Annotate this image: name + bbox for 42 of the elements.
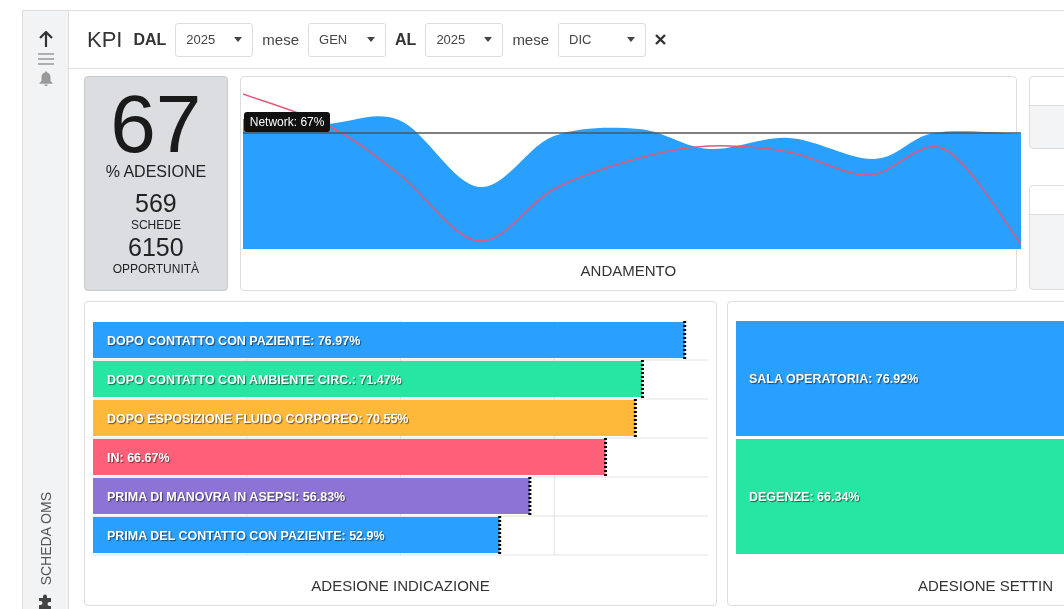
chart-title: ADESIONE SETTIN	[918, 577, 1054, 594]
caret-icon	[234, 37, 243, 42]
bar: DEGENZE: 66.34%	[736, 439, 1064, 554]
bar-label: DOPO ESPOSIZIONE FLUIDO CORPOREO: 70.55%	[107, 411, 409, 426]
chart-title: ADESIONE INDICAZIONE	[311, 577, 490, 594]
month-select[interactable]: DIC	[558, 22, 647, 57]
target-marker	[633, 399, 637, 437]
chart-tooltip: Network: 67%	[243, 112, 331, 132]
opportunities-label: OPPORTUNITÀ	[112, 261, 200, 277]
bar-label: DOPO CONTATTO CON PAZIENTE: 76.97%	[107, 333, 361, 348]
target-marker	[683, 321, 687, 359]
caret-icon	[627, 37, 636, 42]
chart-title: ANDAMENTO	[580, 262, 677, 279]
target-marker	[528, 477, 532, 515]
bar-label: IN: 66.67%	[107, 450, 170, 465]
sidebar-label[interactable]: SCHEDA OMS	[37, 491, 54, 585]
opportunities-count: 6150	[128, 233, 184, 261]
caret-icon	[367, 37, 376, 42]
year-select[interactable]: 2025	[425, 22, 504, 57]
close-icon[interactable]	[655, 34, 667, 45]
caret-icon	[484, 37, 493, 42]
bar-label: PRIMA DEL CONTATTO CON PAZIENTE: 52.9%	[107, 528, 385, 543]
bar-label: PRIMA DI MANOVRA IN ASEPSI: 56.83%	[107, 489, 346, 504]
target-marker	[604, 438, 608, 476]
month-select[interactable]: GEN	[308, 22, 387, 57]
bell-icon[interactable]	[38, 71, 53, 86]
page-title: KPI	[87, 26, 123, 53]
target-marker	[640, 360, 644, 398]
to-label: AL	[395, 30, 417, 49]
forms-label: SCHEDE	[130, 217, 181, 233]
year-select[interactable]: 2025	[175, 22, 254, 57]
month-label: mese	[262, 31, 300, 48]
bar: SALA OPERATORIA: 76.92%	[736, 321, 1064, 436]
puzzle-icon[interactable]	[37, 593, 54, 609]
from-label: DAL	[133, 30, 167, 49]
bar-label: DOPO CONTATTO CON AMBIENTE CIRC.: 71.47%	[107, 372, 402, 387]
month-label: mese	[512, 31, 550, 48]
up-arrow-icon[interactable]	[38, 31, 53, 47]
target-marker	[498, 516, 502, 554]
adherence-value: 67	[110, 85, 202, 163]
forms-count: 569	[135, 189, 177, 217]
adherence-label: % ADESIONE	[105, 163, 207, 181]
